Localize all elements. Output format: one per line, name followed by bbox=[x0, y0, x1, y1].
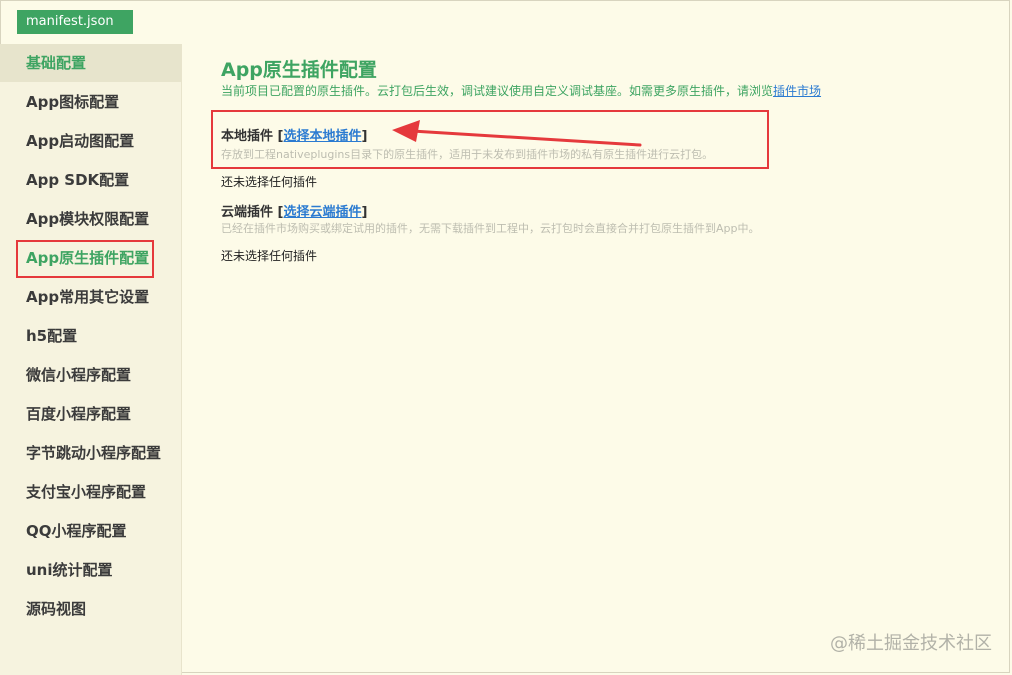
sidebar-item-uni-stat[interactable]: uni统计配置 bbox=[0, 551, 181, 589]
plugin-market-link[interactable]: 插件市场 bbox=[773, 84, 821, 98]
sidebar-item-alipay[interactable]: 支付宝小程序配置 bbox=[0, 473, 181, 511]
sidebar-item-app-modules[interactable]: App模块权限配置 bbox=[0, 200, 181, 238]
sidebar-highlight-box bbox=[16, 240, 154, 278]
sidebar-item-qq[interactable]: QQ小程序配置 bbox=[0, 512, 181, 550]
settings-sidebar: 基础配置 App图标配置 App启动图配置 App SDK配置 App模块权限配… bbox=[0, 44, 182, 675]
sidebar-item-app-other[interactable]: App常用其它设置 bbox=[0, 278, 181, 316]
cloud-plugins-empty: 还未选择任何插件 bbox=[221, 249, 318, 263]
cloud-plugins-title: 云端插件 bbox=[221, 205, 274, 220]
description-text: 当前项目已配置的原生插件。云打包后生效，调试建议使用自定义调试基座。如需更多原生… bbox=[221, 84, 774, 98]
select-cloud-plugin-link[interactable]: 选择云端插件 bbox=[284, 205, 362, 220]
watermark: @稀土掘金技术社区 bbox=[830, 633, 992, 654]
cloud-plugins-heading: 云端插件 [选择云端插件] bbox=[221, 201, 367, 220]
sidebar-item-app-splash[interactable]: App启动图配置 bbox=[0, 122, 181, 160]
cloud-plugins-note: 已经在插件市场购买或绑定试用的插件，无需下载插件到工程中，云打包时会直接合并打包… bbox=[221, 222, 760, 235]
page-description: 当前项目已配置的原生插件。云打包后生效，调试建议使用自定义调试基座。如需更多原生… bbox=[221, 82, 821, 99]
page-title: App原生插件配置 bbox=[221, 59, 377, 81]
local-plugins-empty: 还未选择任何插件 bbox=[221, 175, 318, 189]
file-tab-manifest[interactable]: manifest.json bbox=[17, 10, 133, 34]
sidebar-item-toutiao[interactable]: 字节跳动小程序配置 bbox=[0, 434, 181, 472]
bracket-close: ] bbox=[361, 205, 368, 220]
sidebar-item-weixin[interactable]: 微信小程序配置 bbox=[0, 356, 181, 394]
sidebar-item-app-sdk[interactable]: App SDK配置 bbox=[0, 161, 181, 199]
sidebar-item-source-view[interactable]: 源码视图 bbox=[0, 590, 181, 628]
sidebar-item-h5[interactable]: h5配置 bbox=[0, 317, 181, 355]
sidebar-item-basic[interactable]: 基础配置 bbox=[0, 44, 181, 82]
local-plugin-highlight-box bbox=[211, 110, 769, 169]
sidebar-item-baidu[interactable]: 百度小程序配置 bbox=[0, 395, 181, 433]
sidebar-item-app-icon[interactable]: App图标配置 bbox=[0, 83, 181, 121]
